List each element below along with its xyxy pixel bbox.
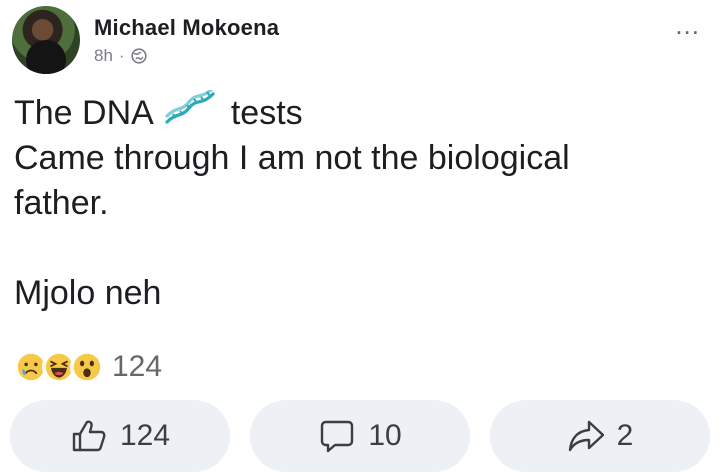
comment-count: 10 <box>368 419 402 452</box>
wow-emoji-icon <box>70 350 104 384</box>
meta-separator: · <box>118 46 125 65</box>
post-body: The DNA tests Came through I am not the … <box>14 90 704 316</box>
share-button[interactable]: 2 <box>490 400 710 472</box>
post-line-4: Mjolo neh <box>14 274 162 312</box>
comment-icon <box>321 420 354 453</box>
author-name[interactable]: Michael Mokoena <box>94 15 279 41</box>
thumbs-up-icon <box>72 420 106 452</box>
share-count: 2 <box>616 419 634 452</box>
post-time[interactable]: 8h <box>94 46 113 66</box>
reaction-count: 124 <box>112 350 163 383</box>
like-button[interactable]: 124 <box>10 400 230 472</box>
globe-icon <box>130 48 147 64</box>
post-meta: 8h · <box>94 46 147 66</box>
avatar[interactable] <box>12 6 80 74</box>
reactions-summary[interactable]: 124 <box>14 350 162 384</box>
comment-button[interactable]: 10 <box>250 400 470 472</box>
post-line-1-before: The DNA <box>14 94 152 132</box>
like-count: 124 <box>119 419 171 452</box>
post-blank-line <box>14 226 704 271</box>
post-header: Michael Mokoena 8h · ... <box>12 6 712 76</box>
dna-emoji-icon <box>165 90 216 124</box>
share-icon <box>568 420 604 452</box>
post-line-1-after: tests <box>230 94 303 132</box>
post-line-3: father. <box>14 184 109 222</box>
post-line-2: Came through I am not the biological <box>14 139 570 177</box>
action-bar: 124 10 2 <box>10 400 712 472</box>
more-options-icon[interactable]: ... <box>675 12 700 38</box>
post-line-1: The DNA tests <box>14 90 704 136</box>
